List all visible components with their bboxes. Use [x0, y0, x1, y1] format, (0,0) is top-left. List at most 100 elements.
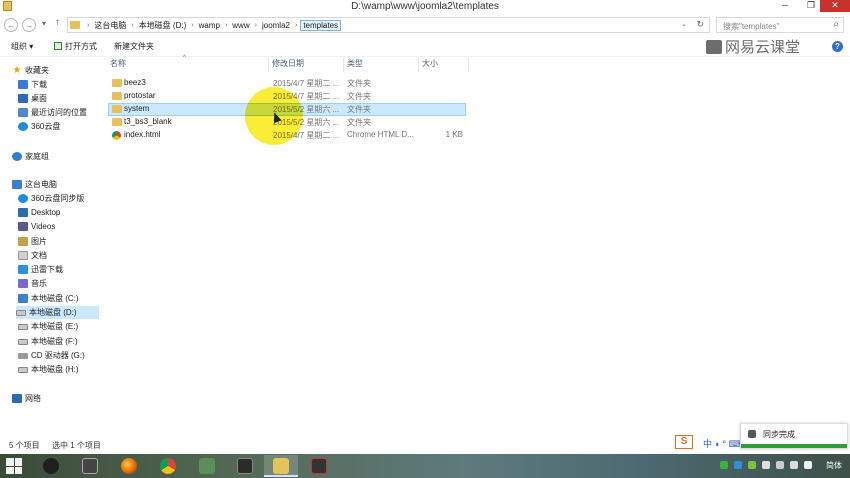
sidebar-item-360-cloud[interactable]: 360云盘	[18, 120, 60, 133]
breadcrumb-separator[interactable]: ›	[128, 22, 136, 29]
file-type: 文件夹	[347, 105, 371, 114]
sidebar-item-label: 本地磁盘 (F:)	[31, 337, 78, 346]
sidebar-item-label: 本地磁盘 (E:)	[31, 322, 79, 331]
folder-icon	[112, 92, 122, 100]
breadcrumb-separator[interactable]: ›	[188, 22, 196, 29]
sidebar-item-drive-e[interactable]: 本地磁盘 (E:)	[18, 320, 78, 333]
sidebar-item-homegroup[interactable]: 家庭组	[12, 150, 49, 163]
refresh-button[interactable]: ↻	[696, 19, 704, 30]
organize-button[interactable]: 组织 ▾	[11, 41, 33, 52]
column-header-size[interactable]: 大小	[422, 58, 438, 72]
sync-notification[interactable]: 同步完成	[740, 423, 848, 449]
column-header-name[interactable]: 名称	[110, 58, 126, 72]
tray-battery-icon[interactable]	[776, 461, 784, 469]
sidebar-item-drive-c[interactable]: 本地磁盘 (C:)	[18, 292, 79, 305]
window-title: D:\wamp\www\joomla2\templates	[351, 1, 499, 12]
address-dropdown-button[interactable]: ⌄	[681, 20, 687, 28]
back-button[interactable]: ←	[4, 18, 18, 32]
help-button[interactable]: ?	[832, 41, 843, 52]
start-button[interactable]	[6, 458, 22, 474]
file-row[interactable]: beez3 2015/4/7 星期二 ... 文件夹	[108, 77, 466, 90]
taskbar-app-s[interactable]	[73, 455, 107, 477]
tray-language[interactable]: 简体	[826, 460, 842, 471]
forward-button[interactable]: →	[22, 18, 36, 32]
desktop-icon	[18, 208, 28, 217]
sidebar-item-desktop[interactable]: 桌面	[18, 92, 47, 105]
picture-folder-icon	[18, 237, 28, 246]
tool-icon	[311, 458, 327, 474]
tray-signal-icon[interactable]	[790, 461, 798, 469]
sidebar-item-label: 桌面	[31, 94, 47, 103]
sidebar-item-desktop-en[interactable]: Desktop	[18, 206, 60, 219]
sidebar-item-this-pc[interactable]: 这台电脑	[12, 178, 57, 191]
column-divider[interactable]	[468, 58, 469, 72]
open-with-button[interactable]: 打开方式	[54, 41, 97, 52]
sidebar-item-favorites[interactable]: ★ 收藏夹	[12, 64, 49, 77]
search-input[interactable]: 搜索"templates" ⌕	[716, 17, 844, 33]
taskbar-qq[interactable]	[34, 455, 68, 477]
taskbar-chrome[interactable]	[151, 455, 185, 477]
sidebar-item-drive-h[interactable]: 本地磁盘 (H:)	[18, 363, 79, 376]
recent-locations-button[interactable]: ▾	[42, 19, 46, 28]
up-button[interactable]: ↑	[55, 17, 60, 28]
recent-places-icon	[18, 108, 28, 117]
thunder-download-icon	[18, 265, 28, 274]
sidebar-item-label: 本地磁盘 (D:)	[29, 308, 77, 317]
breadcrumb-joomla2[interactable]: joomla2	[260, 21, 292, 30]
sidebar-item-recent[interactable]: 最近访问的位置	[18, 106, 87, 119]
column-header-modified[interactable]: 修改日期	[272, 58, 304, 72]
breadcrumb-drive-d[interactable]: 本地磁盘 (D:)	[137, 20, 189, 31]
column-divider[interactable]	[268, 58, 269, 72]
column-header-type[interactable]: 类型	[347, 58, 363, 72]
taskbar-app-tool[interactable]	[302, 455, 336, 477]
tray-360-icon[interactable]	[734, 461, 742, 469]
selection-count: 选中 1 个项目	[52, 441, 101, 450]
qq-icon	[43, 458, 59, 474]
breadcrumb-this-pc[interactable]: 这台电脑	[92, 20, 128, 31]
network-icon	[12, 394, 22, 403]
breadcrumb-separator[interactable]: ›	[222, 22, 230, 29]
tray-volume-icon[interactable]	[804, 461, 812, 469]
breadcrumb-templates[interactable]: templates	[300, 19, 342, 31]
sidebar-item-label: 360云盘同步版	[31, 194, 85, 203]
document-folder-icon	[18, 251, 28, 260]
new-folder-button[interactable]: 新建文件夹	[114, 41, 154, 52]
sogou-ime-icon[interactable]: S	[675, 435, 693, 449]
sidebar-item-label: 音乐	[31, 279, 47, 288]
sidebar-item-downloads[interactable]: 下载	[18, 78, 47, 91]
sidebar-item-label: 文档	[31, 251, 47, 260]
sidebar-item-360-sync[interactable]: 360云盘同步版	[18, 192, 84, 205]
sidebar-item-documents[interactable]: 文档	[18, 249, 47, 262]
tray-network-icon[interactable]	[762, 461, 770, 469]
tray-security-icon[interactable]	[748, 461, 756, 469]
sidebar-item-music[interactable]: 音乐	[18, 277, 47, 290]
close-button[interactable]: ✕	[820, 0, 850, 12]
minimize-button[interactable]: ─	[774, 0, 796, 12]
sidebar-item-videos[interactable]: Videos	[18, 220, 55, 233]
sidebar-item-thunder-downloads[interactable]: 迅雷下载	[18, 263, 63, 276]
sidebar-item-network[interactable]: 网络	[12, 392, 41, 405]
taskbar-evernote[interactable]	[190, 455, 224, 477]
sidebar-item-label: 迅雷下载	[31, 265, 63, 274]
sidebar-item-drive-f[interactable]: 本地磁盘 (F:)	[18, 335, 78, 348]
download-folder-icon	[18, 80, 28, 89]
sidebar-item-drive-d[interactable]: 本地磁盘 (D:)	[16, 306, 99, 319]
breadcrumb-wamp[interactable]: wamp	[197, 21, 222, 30]
taskbar-firefox[interactable]	[112, 455, 146, 477]
column-divider[interactable]	[418, 58, 419, 72]
search-icon[interactable]: ⌕	[833, 19, 839, 30]
sidebar-item-label: CD 驱动器 (G:)	[31, 351, 85, 360]
taskbar-file-explorer[interactable]	[264, 455, 298, 477]
sidebar-item-cd-drive[interactable]: CD 驱动器 (G:)	[18, 349, 85, 362]
restore-button[interactable]: ❐	[800, 0, 822, 12]
column-divider[interactable]	[343, 58, 344, 72]
address-bar[interactable]: › 这台电脑 › 本地磁盘 (D:) › wamp › www › joomla…	[67, 17, 710, 33]
tray-sync-icon[interactable]	[720, 461, 728, 469]
breadcrumb-separator[interactable]: ›	[252, 22, 260, 29]
sidebar-item-pictures[interactable]: 图片	[18, 235, 47, 248]
breadcrumb-separator[interactable]: ›	[292, 22, 300, 29]
taskbar-terminal[interactable]	[228, 455, 262, 477]
breadcrumb-www[interactable]: www	[230, 21, 251, 30]
watermark-text: 网易云课堂	[725, 39, 801, 56]
navigation-bar: ← → ▾ ↑ › 这台电脑 › 本地磁盘 (D:) › wamp › www …	[0, 16, 850, 34]
